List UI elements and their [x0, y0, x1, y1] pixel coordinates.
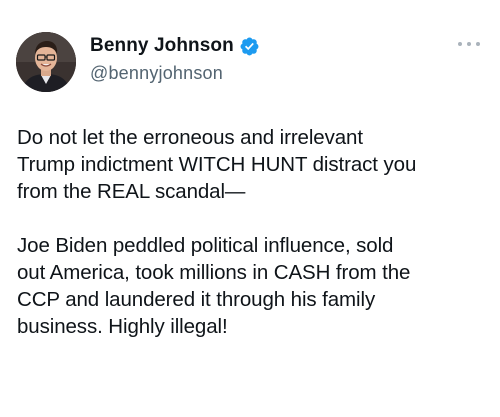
more-dot — [467, 42, 471, 46]
author-handle[interactable]: @bennyjohnson — [90, 63, 260, 84]
tweet-paragraph: Joe Biden peddled political influence, s… — [17, 232, 492, 340]
more-options-icon[interactable] — [458, 40, 480, 48]
tweet-line: out America, took millions in CASH from … — [17, 261, 411, 284]
tweet-paragraph: Do not let the erroneous and irrelevant … — [17, 124, 492, 205]
author-display-name[interactable]: Benny Johnson — [90, 35, 234, 57]
avatar[interactable] — [16, 32, 76, 92]
avatar-image — [16, 32, 76, 92]
more-dot — [476, 42, 480, 46]
more-dot — [458, 42, 462, 46]
tweet-line: from the REAL scandal— — [17, 180, 246, 203]
tweet-card: Benny Johnson @bennyjohnson Do not let t… — [0, 0, 500, 417]
tweet-line: CCP and laundered it through his family — [17, 288, 376, 311]
tweet-line: business. Highly illegal! — [17, 315, 228, 338]
tweet-text: Do not let the erroneous and irrelevant … — [17, 124, 492, 340]
tweet-line: Joe Biden peddled political influence, s… — [17, 234, 394, 257]
tweet-line: Do not let the erroneous and irrelevant — [17, 126, 363, 149]
verified-badge-icon[interactable] — [239, 36, 260, 57]
author-block: Benny Johnson @bennyjohnson — [90, 33, 260, 84]
author-name-row: Benny Johnson — [90, 33, 260, 59]
tweet-line: Trump indictment WITCH HUNT distract you — [17, 153, 417, 176]
